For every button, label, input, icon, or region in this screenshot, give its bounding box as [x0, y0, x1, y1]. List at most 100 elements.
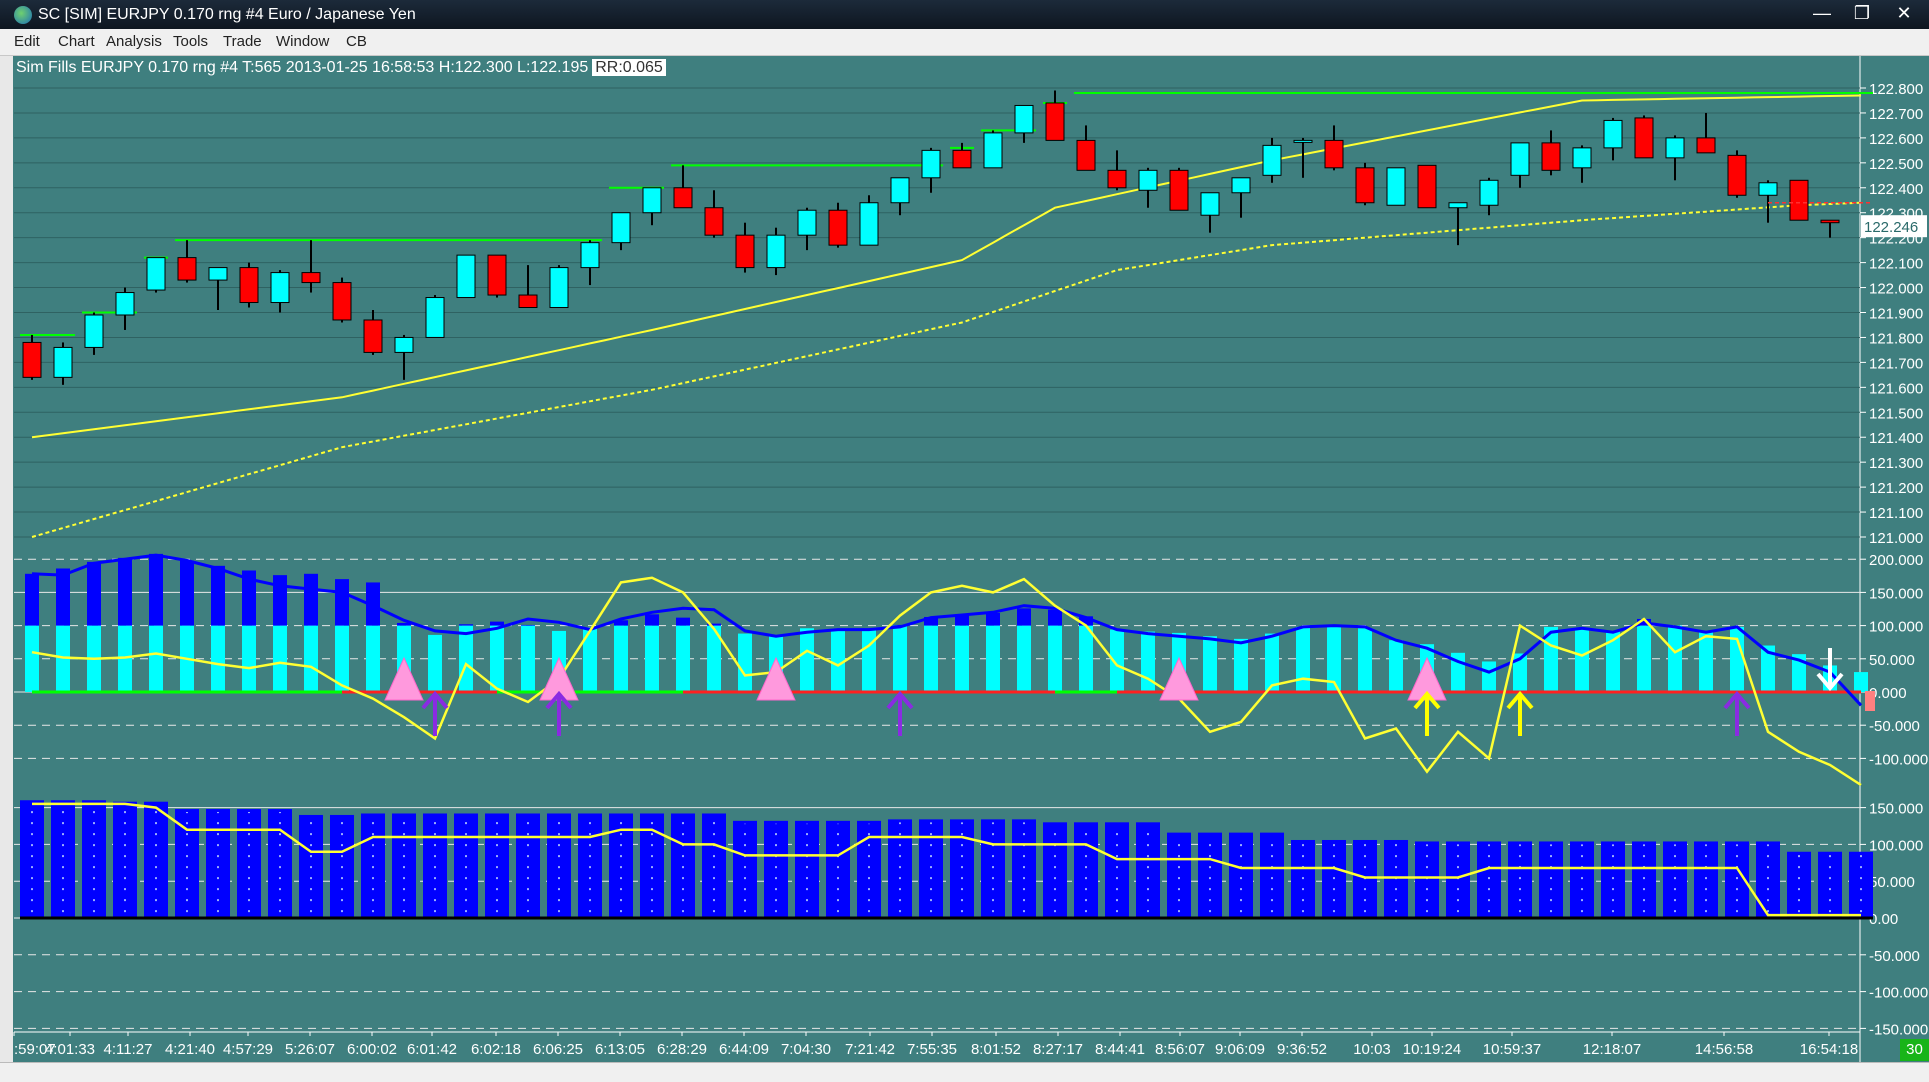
menu-analysis[interactable]: Analysis	[106, 33, 162, 50]
candle-up	[270, 272, 290, 304]
candle-down	[363, 319, 383, 353]
price-tick-label: 121.400	[1869, 430, 1923, 447]
candle-down	[1541, 142, 1561, 171]
time-tick-label: 6:13:05	[595, 1041, 645, 1058]
candle-up	[1603, 119, 1623, 149]
time-tick-label: 7:21:42	[845, 1041, 895, 1058]
osc-bar-cyan	[986, 625, 1000, 692]
candle-up	[208, 267, 228, 281]
osc-bar-cyan	[893, 625, 907, 692]
osc-bar-blue	[56, 568, 70, 626]
time-tick-label: 8:44:41	[1095, 1041, 1145, 1058]
osc-bar-cyan	[955, 625, 969, 692]
window-title: SC [SIM] EURJPY 0.170 rng #4 Euro / Japa…	[38, 6, 416, 23]
menu-cb[interactable]: CB	[346, 33, 367, 50]
osc-bar-cyan	[304, 625, 318, 692]
time-tick-label: 6:00:02	[347, 1041, 397, 1058]
lower-bar	[1570, 841, 1594, 918]
price-tick-label: 122.600	[1869, 131, 1923, 148]
lower-tick-label: 100.000	[1869, 837, 1923, 854]
osc-bar-blue	[25, 573, 39, 626]
chart-area[interactable]: 122.800122.700122.600122.500122.400122.3…	[0, 56, 1929, 1062]
osc-bar-cyan	[1637, 625, 1651, 692]
lower-bar	[454, 813, 478, 918]
menu-edit[interactable]: Edit	[14, 33, 40, 50]
time-tick-label: 12:18:07	[1583, 1041, 1641, 1058]
status-counter: 30	[1900, 1039, 1929, 1061]
menu-window[interactable]: Window	[276, 33, 329, 50]
osc-bar-blue	[645, 614, 659, 626]
osc-bar-blue	[273, 575, 287, 626]
osc-bar-blue	[180, 560, 194, 626]
time-tick-label: 8:27:17	[1033, 1041, 1083, 1058]
osc-bar-cyan	[490, 625, 504, 692]
price-tick-label: 122.100	[1869, 256, 1923, 273]
osc-bar-cyan	[614, 625, 628, 692]
candle-up	[983, 132, 1003, 169]
osc-bar-cyan	[459, 625, 473, 692]
candle-down	[735, 234, 755, 269]
menu-trade[interactable]: Trade	[223, 33, 262, 50]
lower-bar	[516, 813, 540, 918]
price-tick-label: 122.800	[1869, 81, 1923, 98]
osc-bar-blue	[1048, 609, 1062, 626]
osc-bar-blue	[304, 573, 318, 626]
osc-bar-blue	[211, 565, 225, 626]
lower-bar	[1787, 851, 1811, 918]
lower-bar	[1818, 851, 1842, 918]
lower-tick-label: -100.000	[1869, 985, 1928, 1002]
osc-bar-blue	[490, 621, 504, 626]
candle-up	[549, 267, 569, 309]
osc-bar-blue	[149, 553, 163, 626]
menu-bar: Edit Chart Analysis Tools Trade Window C…	[0, 29, 1929, 56]
candle-down	[487, 254, 507, 296]
restore-button[interactable]: ❐	[1842, 2, 1882, 24]
lower-bar	[1663, 841, 1687, 918]
price-tick-label: 121.300	[1869, 455, 1923, 472]
candle-down	[704, 207, 724, 236]
candle-down	[22, 341, 42, 378]
signal-triangle-icon	[1159, 656, 1199, 701]
osc-bar-cyan	[1203, 636, 1217, 692]
menu-chart[interactable]: Chart	[58, 33, 95, 50]
osc-bar-cyan	[1854, 672, 1868, 692]
candle-up	[890, 177, 910, 204]
price-tick-label: 122.000	[1869, 281, 1923, 298]
candle-down	[239, 267, 259, 304]
candle-down	[177, 257, 197, 281]
candle-down	[828, 209, 848, 246]
lower-tick-label: 50.000	[1869, 874, 1915, 891]
candle-up	[766, 234, 786, 269]
minimize-button[interactable]: —	[1802, 2, 1842, 24]
osc-bar-cyan	[800, 628, 814, 692]
osc-bar-cyan	[149, 625, 163, 692]
time-tick-label: 5:26:07	[285, 1041, 335, 1058]
menu-tools[interactable]: Tools	[173, 33, 208, 50]
lower-bar	[237, 809, 261, 918]
price-tick-label: 121.500	[1869, 405, 1923, 422]
osc-bar-cyan	[645, 625, 659, 692]
time-tick-label: 4:57:29	[223, 1041, 273, 1058]
candle-up	[1758, 182, 1778, 196]
osc-tick-label: -100.000	[1869, 751, 1928, 768]
candle-down	[1727, 154, 1747, 196]
osc-bar-cyan	[428, 634, 442, 692]
osc-bar-cyan	[1575, 628, 1589, 692]
osc-bar-cyan	[25, 625, 39, 692]
lower-bar	[1756, 841, 1780, 918]
candle-up	[1200, 192, 1220, 216]
price-tick-label: 121.600	[1869, 380, 1923, 397]
price-tick-label: 122.400	[1869, 181, 1923, 198]
time-tick-label: 6:06:25	[533, 1041, 583, 1058]
osc-bar-cyan	[1482, 661, 1496, 692]
candle-up	[1572, 147, 1592, 169]
lower-bar	[1539, 841, 1563, 918]
time-tick-label: 4:11:27	[104, 1041, 153, 1058]
close-button[interactable]: ✕	[1882, 2, 1926, 24]
candle-down	[1107, 169, 1127, 189]
candle-down	[952, 149, 972, 169]
horizontal-scrollbar[interactable]	[0, 1062, 1929, 1082]
price-tick-label: 121.800	[1869, 330, 1923, 347]
price-tick-label: 121.200	[1869, 480, 1923, 497]
candle-up	[394, 336, 414, 353]
